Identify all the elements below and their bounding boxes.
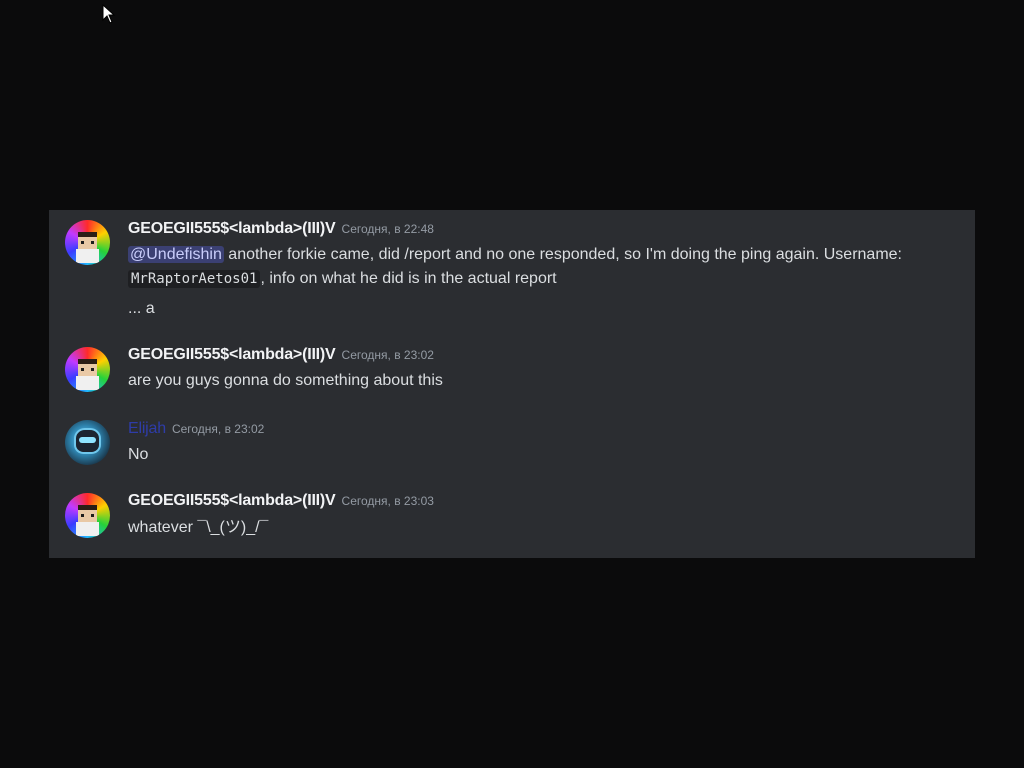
timestamp: Сегодня, в 23:03 [341, 494, 434, 508]
avatar[interactable] [65, 220, 110, 265]
message-followup: ... a [128, 300, 155, 317]
avatar[interactable] [65, 420, 110, 465]
message-header: Elijah Сегодня, в 23:02 [128, 420, 264, 438]
message-text: , info on what he did is in the actual r… [260, 270, 557, 287]
username[interactable]: Elijah [128, 420, 166, 437]
message-header: GEOEGII555$<lambda>(III)V Сегодня, в 22:4… [128, 220, 434, 238]
avatar-visor [79, 437, 96, 443]
avatar-shirt [76, 376, 99, 390]
message-content: whatever ¯\_(ツ)_/¯ [128, 519, 269, 536]
message-text: another forkie came, did /report and no … [223, 246, 902, 263]
timestamp: Сегодня, в 22:48 [341, 222, 434, 236]
message-header: GEOEGII555$<lambda>(III)V Сегодня, в 23:0… [128, 492, 434, 510]
chat-message-panel: GEOEGII555$<lambda>(III)V Сегодня, в 22:4… [49, 210, 975, 558]
avatar[interactable] [65, 347, 110, 392]
avatar-shirt [76, 522, 99, 536]
message-content: No [128, 446, 149, 463]
message-content: are you guys gonna do something about th… [128, 372, 443, 389]
username[interactable]: GEOEGII555$<lambda>(III)V [128, 346, 336, 363]
mouse-pointer-icon [102, 4, 116, 24]
message-content: @Undefishin another forkie came, did /re… [128, 243, 964, 321]
timestamp: Сегодня, в 23:02 [171, 422, 265, 436]
timestamp: Сегодня, в 23:02 [341, 348, 434, 362]
avatar-shirt [76, 249, 99, 263]
avatar-face [78, 232, 97, 250]
user-mention[interactable]: @Undefishin [128, 246, 224, 263]
avatar-face [78, 505, 97, 523]
username[interactable]: GEOEGII555$<lambda>(III)V [128, 492, 336, 509]
avatar-face [78, 359, 97, 377]
inline-code: MrRaptorAetos01 [128, 270, 261, 288]
username[interactable]: GEOEGII555$<lambda>(III)V [128, 220, 336, 237]
avatar[interactable] [65, 493, 110, 538]
message-header: GEOEGII555$<lambda>(III)V Сегодня, в 23:0… [128, 346, 434, 364]
